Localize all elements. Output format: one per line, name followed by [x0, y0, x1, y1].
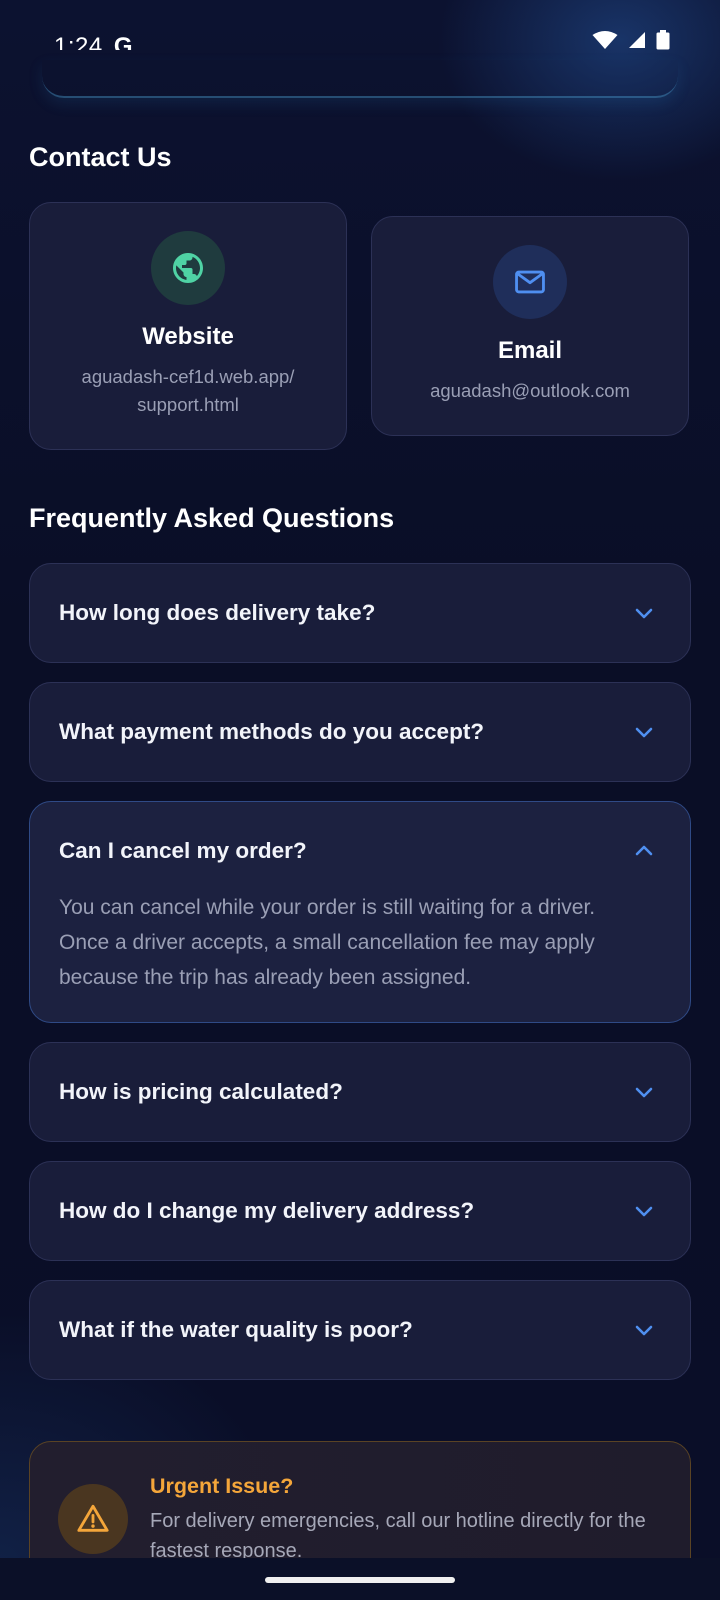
- google-app-icon: G: [113, 33, 134, 50]
- status-icons: [592, 30, 670, 50]
- urgent-icon-circle: [58, 1484, 128, 1554]
- website-card[interactable]: Website aguadash-cef1d.web.app/ support.…: [29, 202, 347, 450]
- globe-icon: [173, 253, 203, 283]
- faq-question: What if the water quality is poor?: [59, 1317, 413, 1342]
- clock-text: 1:24: [54, 33, 103, 50]
- signal-icon: [629, 32, 645, 48]
- chevron-down-icon[interactable]: [632, 1199, 656, 1223]
- urgent-text: For delivery emergencies, call our hotli…: [150, 1510, 646, 1562]
- website-title: Website: [142, 323, 234, 350]
- warning-icon: [77, 1504, 109, 1532]
- faq-answer: You can cancel while your order is still…: [59, 896, 596, 989]
- faq-item[interactable]: How is pricing calculated?: [29, 1042, 691, 1142]
- faq-question: What payment methods do you accept?: [59, 719, 485, 744]
- status-time: 1:24 G: [54, 32, 133, 50]
- help-support-screen: 1:24 G Contact Us Website aguadash-cef1d…: [0, 0, 720, 1600]
- faq-question: How is pricing calculated?: [59, 1079, 343, 1104]
- email-icon-circle: [493, 245, 567, 319]
- urgent-title: Urgent Issue?: [150, 1474, 294, 1498]
- email-card[interactable]: Email aguadash@outlook.com: [371, 216, 689, 436]
- faq-question: How long does delivery take?: [59, 600, 376, 625]
- mail-icon: [515, 270, 545, 294]
- faq-item[interactable]: What payment methods do you accept?: [29, 682, 691, 782]
- faq-item[interactable]: How long does delivery take?: [29, 563, 691, 663]
- faq-item[interactable]: How do I change my delivery address?: [29, 1161, 691, 1261]
- faq-item[interactable]: What if the water quality is poor?: [29, 1280, 691, 1380]
- email-address[interactable]: aguadash@outlook.com: [372, 377, 688, 405]
- previous-card-edge: [42, 60, 678, 98]
- faq-question: Can I cancel my order?: [59, 838, 307, 863]
- website-url[interactable]: aguadash-cef1d.web.app/ support.html: [30, 363, 346, 419]
- chevron-up-icon[interactable]: [632, 839, 656, 863]
- faq-item-expanded[interactable]: Can I cancel my order? You can cancel wh…: [29, 801, 691, 1023]
- chevron-down-icon[interactable]: [632, 601, 656, 625]
- faq-heading: Frequently Asked Questions: [29, 503, 395, 533]
- contact-us-heading: Contact Us: [29, 142, 172, 172]
- chevron-down-icon[interactable]: [632, 1318, 656, 1342]
- website-icon-circle: [151, 231, 225, 305]
- battery-icon: [656, 30, 670, 50]
- chevron-down-icon[interactable]: [632, 1080, 656, 1104]
- chevron-down-icon[interactable]: [632, 720, 656, 744]
- email-title: Email: [497, 337, 563, 364]
- faq-question: How do I change my delivery address?: [59, 1198, 475, 1223]
- wifi-icon: [592, 31, 618, 49]
- home-indicator[interactable]: [265, 1577, 455, 1583]
